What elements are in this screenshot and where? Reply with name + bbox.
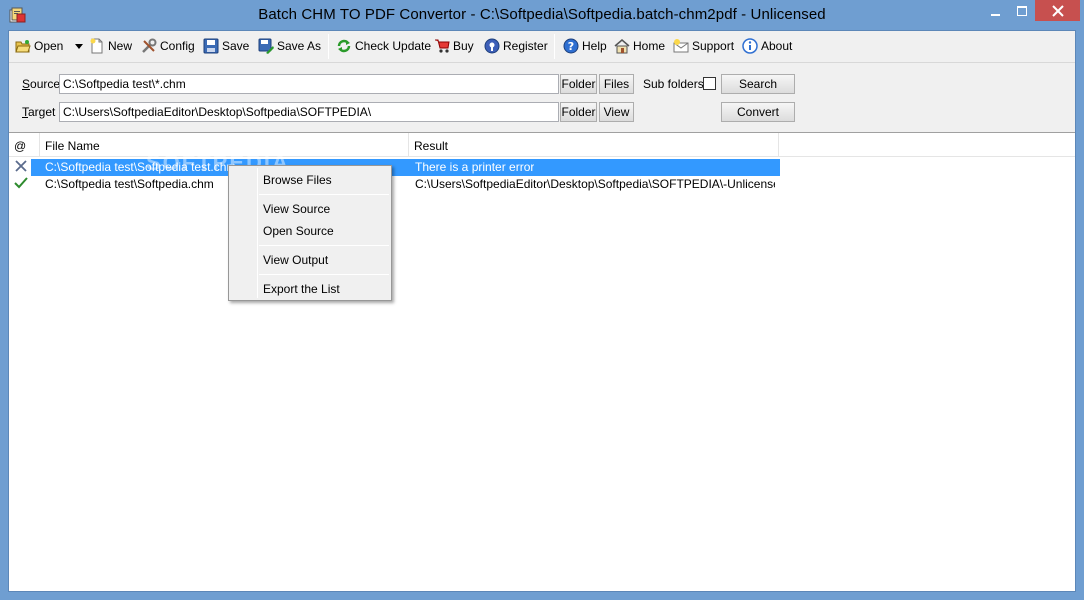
save-as-icon [258, 38, 274, 54]
register-button[interactable]: Register [481, 35, 551, 57]
buy-button[interactable]: Buy [431, 35, 477, 57]
file-list[interactable]: @ File Name Result C:\Softpedia test\Sof… [9, 132, 1075, 591]
save-button[interactable]: Save [200, 35, 252, 57]
help-button[interactable]: ? Help [560, 35, 610, 57]
app-window: Batch CHM TO PDF Convertor - C:\Softpedi… [0, 0, 1084, 600]
open-folder-icon [15, 38, 31, 54]
info-icon [742, 38, 758, 54]
source-label: Source [22, 77, 61, 91]
new-document-icon [89, 38, 105, 54]
subfolders-checkbox[interactable] [703, 77, 716, 90]
save-as-label: Save As [277, 39, 322, 53]
context-menu: Browse Files View Source Open Source Vie… [228, 165, 392, 301]
options-panel: Source Folder Files Sub folders Search T… [9, 62, 1075, 130]
table-row[interactable]: C:\Softpedia test\Softpedia.chm C:\Users… [9, 176, 1075, 193]
config-button[interactable]: Config [138, 35, 198, 57]
buy-label: Buy [453, 39, 474, 53]
save-label: Save [222, 39, 250, 53]
source-input[interactable] [59, 74, 559, 94]
subfolders-label: Sub folders [643, 77, 704, 91]
open-button[interactable]: Open [12, 35, 66, 57]
toolbar: Open New Config Save Save As Check Updat… [9, 31, 1075, 62]
about-label: About [761, 39, 793, 53]
menu-item-export-list[interactable]: Export the List [231, 278, 389, 300]
help-icon: ? [563, 38, 579, 54]
new-button[interactable]: New [86, 35, 135, 57]
result-cell: There is a printer error [415, 160, 535, 174]
minimize-button[interactable] [982, 0, 1009, 21]
tools-icon [141, 38, 157, 54]
support-label: Support [692, 39, 735, 53]
menu-item-view-output[interactable]: View Output [231, 249, 389, 271]
maximize-button[interactable] [1009, 0, 1035, 21]
refresh-icon [336, 38, 352, 54]
source-folder-button[interactable]: Folder [560, 74, 597, 94]
menu-item-view-source[interactable]: View Source [231, 198, 389, 220]
save-floppy-icon [203, 38, 219, 54]
home-icon [614, 38, 630, 54]
close-button[interactable] [1035, 0, 1080, 21]
error-x-icon [14, 159, 28, 176]
target-input[interactable] [59, 102, 559, 122]
result-cell: C:\Users\SoftpediaEditor\Desktop\Softped… [415, 177, 775, 191]
menu-separator [259, 274, 389, 275]
target-folder-button[interactable]: Folder [560, 102, 597, 122]
menu-item-open-source[interactable]: Open Source [231, 220, 389, 242]
support-icon [673, 38, 689, 54]
title-bar[interactable]: Batch CHM TO PDF Convertor - C:\Softpedi… [0, 0, 1084, 30]
target-label: Target [22, 105, 56, 119]
register-key-icon [484, 38, 500, 54]
support-button[interactable]: Support [670, 35, 737, 57]
menu-separator [259, 194, 389, 195]
check-update-button[interactable]: Check Update [333, 35, 434, 57]
home-label: Home [633, 39, 666, 53]
new-label: New [108, 39, 133, 53]
column-header-status[interactable]: @ [9, 133, 40, 157]
help-label: Help [582, 39, 607, 53]
file-name-cell: C:\Softpedia test\Softpedia.chm [45, 177, 214, 191]
column-header-result[interactable]: Result [409, 133, 779, 157]
save-as-button[interactable]: Save As [255, 35, 324, 57]
convert-button[interactable]: Convert [721, 102, 795, 122]
shopping-cart-icon [434, 38, 450, 54]
menu-separator [259, 245, 389, 246]
open-dropdown-arrow[interactable] [71, 35, 87, 57]
check-update-label: Check Update [355, 39, 432, 53]
client-area: Open New Config Save Save As Check Updat… [8, 30, 1076, 592]
window-title: Batch CHM TO PDF Convertor - C:\Softpedi… [258, 6, 826, 23]
register-label: Register [503, 39, 548, 53]
config-label: Config [160, 39, 195, 53]
toolbar-separator [328, 34, 329, 59]
home-button[interactable]: Home [611, 35, 668, 57]
menu-item-browse-files[interactable]: Browse Files [231, 169, 389, 191]
toolbar-separator [554, 34, 555, 59]
chevron-down-icon [74, 39, 84, 53]
target-view-button[interactable]: View [599, 102, 634, 122]
source-files-button[interactable]: Files [599, 74, 634, 94]
open-label: Open [34, 39, 64, 53]
search-button[interactable]: Search [721, 74, 795, 94]
check-icon [14, 176, 28, 193]
svg-text:?: ? [568, 40, 574, 53]
about-button[interactable]: About [739, 35, 795, 57]
